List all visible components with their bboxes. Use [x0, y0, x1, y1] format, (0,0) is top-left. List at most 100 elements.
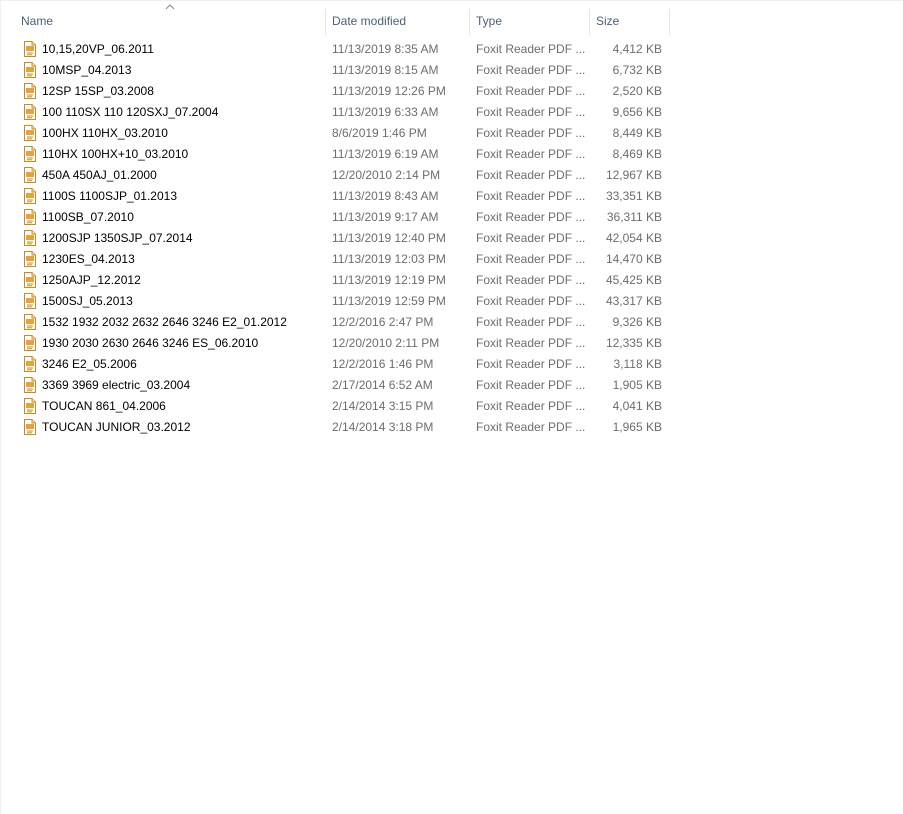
- file-name: 110HX 100HX+10_03.2010: [42, 147, 189, 161]
- file-date-modified: 12/20/2010 2:14 PM: [332, 168, 441, 182]
- file-size: 3,118 KB: [613, 357, 662, 371]
- file-row[interactable]: 3246 E2_05.2006 12/2/2016 1:46 PM Foxit Re…: [1, 354, 671, 375]
- file-list: 10,15,20VP_06.2011 11/13/2019 8:35 AM Foxi…: [1, 39, 671, 438]
- file-size: 4,041 KB: [612, 399, 662, 413]
- file-name: 1100SB_07.2010: [42, 210, 134, 224]
- column-header-date[interactable]: Date modified: [326, 1, 470, 35]
- file-row[interactable]: 1500SJ_05.2013 11/13/2019 12:59 PM Foxit R…: [1, 291, 671, 312]
- file-size: 12,967 KB: [605, 168, 662, 182]
- file-type: Foxit Reader PDF ...: [476, 105, 586, 119]
- file-size: 14,470 KB: [605, 252, 662, 266]
- file-name: 1532 1932 2032 2632 2646 3246 E2_01.2012: [42, 315, 287, 329]
- pdf-file-icon: [23, 146, 37, 162]
- file-type: Foxit Reader PDF ...: [476, 126, 586, 140]
- file-name: 12SP 15SP_03.2008: [42, 84, 154, 98]
- file-row[interactable]: 1100SB_07.2010 11/13/2019 9:17 AM Foxit Re…: [1, 207, 671, 228]
- file-size: 1,965 KB: [612, 420, 662, 434]
- file-name: 1250AJP_12.2012: [42, 273, 141, 287]
- file-size: 8,449 KB: [612, 126, 662, 140]
- file-type: Foxit Reader PDF ...: [476, 294, 586, 308]
- pdf-file-icon: [23, 188, 37, 204]
- file-date-modified: 11/13/2019 12:59 PM: [332, 294, 446, 308]
- pdf-file-icon: [23, 230, 37, 246]
- pdf-file-icon: [23, 335, 37, 351]
- file-size: 42,054 KB: [605, 231, 662, 245]
- file-date-modified: 11/13/2019 12:19 PM: [332, 273, 446, 287]
- file-name: 3369 3969 electric_03.2004: [42, 378, 191, 392]
- file-date-modified: 2/14/2014 3:15 PM: [332, 399, 434, 413]
- file-name: 1500SJ_05.2013: [42, 294, 133, 308]
- file-date-modified: 11/13/2019 8:15 AM: [332, 63, 439, 77]
- file-row[interactable]: TOUCAN JUNIOR_03.2012 2/14/2014 3:18 PM Fo…: [1, 417, 671, 438]
- file-list-pane: Name Date modified Type Size 10,15,20VP_…: [0, 0, 903, 814]
- column-header-type[interactable]: Type: [470, 1, 590, 35]
- file-type: Foxit Reader PDF ...: [476, 399, 586, 413]
- pdf-file-icon: [23, 125, 37, 141]
- file-date-modified: 12/2/2016 1:46 PM: [332, 357, 434, 371]
- file-date-modified: 2/14/2014 3:18 PM: [332, 420, 434, 434]
- file-name: 100 110SX 110 120SXJ_07.2004: [42, 105, 219, 119]
- file-date-modified: 12/20/2010 2:11 PM: [332, 336, 440, 350]
- file-name: TOUCAN JUNIOR_03.2012: [42, 420, 191, 434]
- pdf-file-icon: [23, 398, 37, 414]
- file-type: Foxit Reader PDF ...: [476, 42, 586, 56]
- file-row[interactable]: 110HX 100HX+10_03.2010 11/13/2019 6:19 AM…: [1, 144, 671, 165]
- file-date-modified: 11/13/2019 8:43 AM: [332, 189, 439, 203]
- file-name: 1200SJP 1350SJP_07.2014: [42, 231, 193, 245]
- file-row[interactable]: 10MSP_04.2013 11/13/2019 8:15 AM Foxit Rea…: [1, 60, 671, 81]
- file-row[interactable]: 1532 1932 2032 2632 2646 3246 E2_01.2012…: [1, 312, 671, 333]
- pdf-file-icon: [23, 104, 37, 120]
- file-date-modified: 11/13/2019 8:35 AM: [332, 42, 439, 56]
- file-type: Foxit Reader PDF ...: [476, 315, 586, 329]
- file-row[interactable]: 100HX 110HX_03.2010 8/6/2019 1:46 PM Foxit…: [1, 123, 671, 144]
- pdf-file-icon: [23, 356, 37, 372]
- pdf-file-icon: [23, 293, 37, 309]
- file-date-modified: 8/6/2019 1:46 PM: [332, 126, 427, 140]
- file-name: 10,15,20VP_06.2011: [42, 42, 154, 56]
- file-type: Foxit Reader PDF ...: [476, 273, 586, 287]
- column-header-size-label: Size: [596, 14, 620, 28]
- column-header-row: Name Date modified Type Size: [1, 1, 903, 35]
- file-type: Foxit Reader PDF ...: [476, 420, 586, 434]
- file-type: Foxit Reader PDF ...: [476, 231, 586, 245]
- file-row[interactable]: 1230ES_04.2013 11/13/2019 12:03 PM Foxit R…: [1, 249, 671, 270]
- file-row[interactable]: TOUCAN 861_04.2006 2/14/2014 3:15 PM Foxit…: [1, 396, 671, 417]
- file-name: TOUCAN 861_04.2006: [42, 399, 166, 413]
- file-size: 9,326 KB: [612, 315, 662, 329]
- file-name: 3246 E2_05.2006: [42, 357, 137, 371]
- column-header-size[interactable]: Size: [590, 1, 670, 35]
- file-row[interactable]: 100 110SX 110 120SXJ_07.2004 11/13/2019 6…: [1, 102, 671, 123]
- column-header-date-label: Date modified: [332, 14, 407, 28]
- file-size: 4,412 KB: [612, 42, 662, 56]
- file-date-modified: 2/17/2014 6:52 AM: [332, 378, 433, 392]
- file-type: Foxit Reader PDF ...: [476, 63, 586, 77]
- file-row[interactable]: 12SP 15SP_03.2008 11/13/2019 12:26 PM Foxi…: [1, 81, 671, 102]
- file-name: 10MSP_04.2013: [42, 63, 132, 77]
- pdf-file-icon: [23, 83, 37, 99]
- file-type: Foxit Reader PDF ...: [476, 336, 586, 350]
- file-row[interactable]: 450A 450AJ_01.2000 12/20/2010 2:14 PM Foxi…: [1, 165, 671, 186]
- file-row[interactable]: 1200SJP 1350SJP_07.2014 11/13/2019 12:40 …: [1, 228, 671, 249]
- pdf-file-icon: [23, 314, 37, 330]
- file-row[interactable]: 3369 3969 electric_03.2004 2/17/2014 6:52…: [1, 375, 671, 396]
- chevron-up-icon: [165, 4, 175, 10]
- file-row[interactable]: 1100S 1100SJP_01.2013 11/13/2019 8:43 AM F…: [1, 186, 671, 207]
- file-type: Foxit Reader PDF ...: [476, 378, 586, 392]
- file-row[interactable]: 10,15,20VP_06.2011 11/13/2019 8:35 AM Foxi…: [1, 39, 671, 60]
- file-date-modified: 11/13/2019 12:40 PM: [332, 231, 446, 245]
- file-type: Foxit Reader PDF ...: [476, 252, 586, 266]
- file-date-modified: 11/13/2019 9:17 AM: [332, 210, 439, 224]
- file-type: Foxit Reader PDF ...: [476, 189, 586, 203]
- pdf-file-icon: [23, 272, 37, 288]
- file-name: 1100S 1100SJP_01.2013: [42, 189, 178, 203]
- file-type: Foxit Reader PDF ...: [476, 210, 586, 224]
- file-size: 12,335 KB: [605, 336, 662, 350]
- pdf-file-icon: [23, 377, 37, 393]
- file-size: 43,317 KB: [605, 294, 662, 308]
- file-row[interactable]: 1250AJP_12.2012 11/13/2019 12:19 PM Foxit …: [1, 270, 671, 291]
- column-header-type-label: Type: [476, 14, 503, 28]
- file-name: 1230ES_04.2013: [42, 252, 135, 266]
- file-row[interactable]: 1930 2030 2630 2646 3246 ES_06.2010 12/20…: [1, 333, 671, 354]
- file-date-modified: 11/13/2019 12:26 PM: [332, 84, 446, 98]
- file-size: 2,520 KB: [612, 84, 662, 98]
